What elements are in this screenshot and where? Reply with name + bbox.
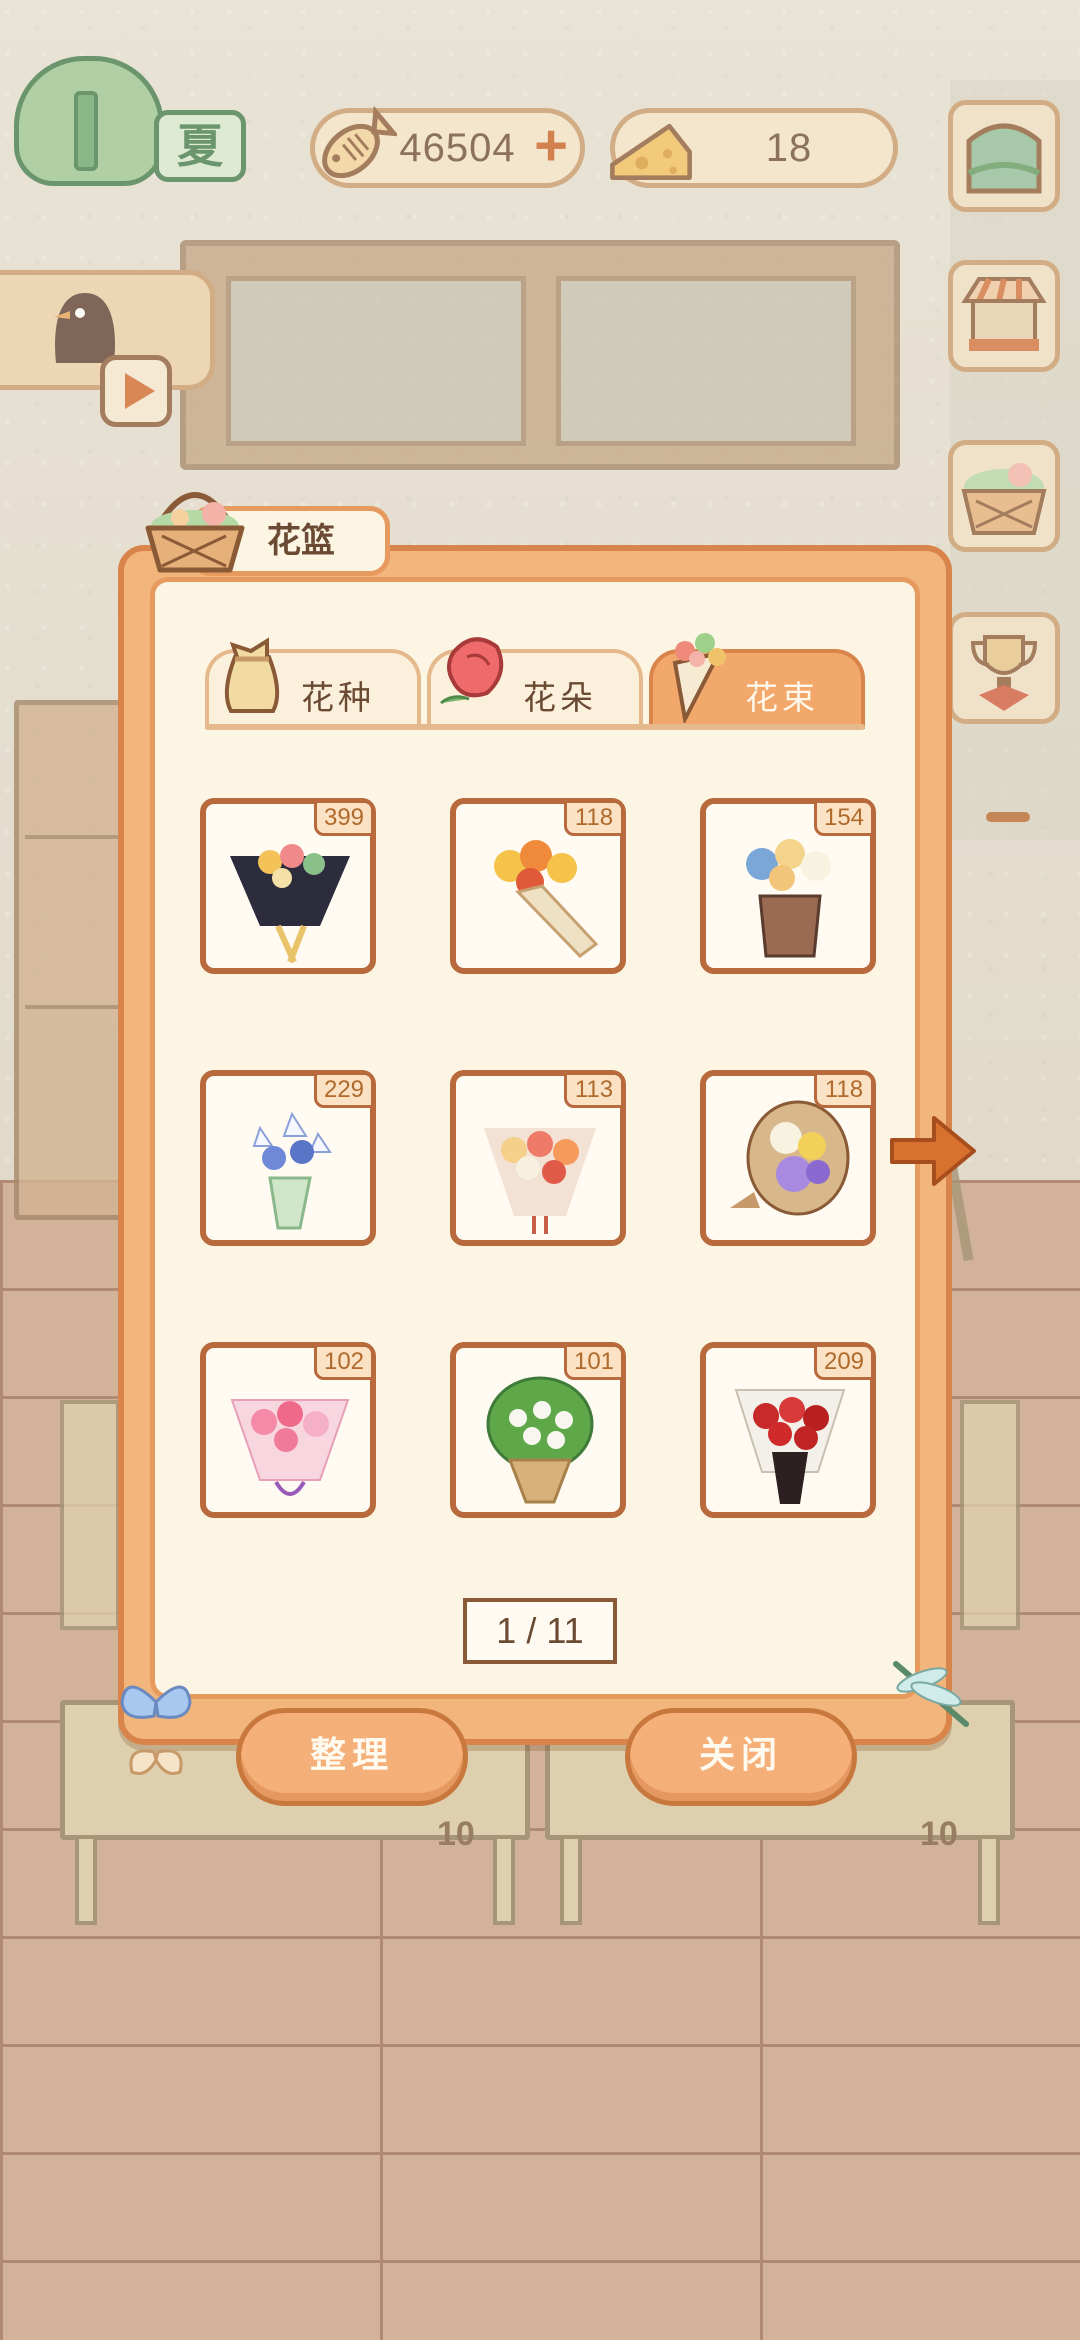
bouquet-slot[interactable]: 399	[200, 798, 376, 974]
bouquet-slot[interactable]: 154	[700, 798, 876, 974]
bouquet-slot[interactable]: 118	[450, 798, 626, 974]
dragonfly-icon	[893, 1661, 969, 1727]
panel-title-tag: 花篮	[140, 470, 390, 580]
tab-underline	[205, 724, 865, 730]
yellow-orange-bouquet-icon	[494, 840, 599, 958]
bouquet-icon	[672, 633, 726, 723]
bouquet-grid: 399 118 154 229 113 118 102 101 209	[200, 798, 880, 1518]
item-count: 101	[564, 1344, 624, 1380]
item-count: 229	[314, 1072, 374, 1108]
rose-icon	[440, 637, 504, 705]
bouquet-slot[interactable]: 101	[450, 1342, 626, 1518]
item-count: 118	[814, 1072, 874, 1108]
red-rose-bouquet-icon	[734, 1389, 846, 1504]
tab-seeds[interactable]: 花种	[205, 637, 421, 729]
close-button[interactable]: 关闭	[625, 1708, 857, 1806]
tab-seeds-label: 花种	[301, 678, 375, 717]
page-indicator: 1 / 11	[463, 1598, 617, 1664]
tab-bouquets-label: 花束	[745, 678, 819, 717]
bouquet-slot[interactable]: 209	[700, 1342, 876, 1518]
tab-flowers[interactable]: 花朵	[427, 637, 643, 729]
item-count: 102	[314, 1344, 374, 1380]
coral-rose-bouquet-icon	[484, 1128, 596, 1234]
bouquet-slot[interactable]: 118	[700, 1070, 876, 1246]
green-chrysanthemum-bouquet-icon	[486, 1376, 594, 1504]
item-count: 113	[564, 1072, 624, 1108]
pink-bouquet-icon	[230, 1399, 350, 1496]
seed-bag-icon	[224, 637, 280, 713]
item-count: 399	[314, 800, 374, 836]
butterfly-icon	[120, 1685, 192, 1775]
item-count: 118	[564, 800, 624, 836]
next-page-arrow[interactable]	[884, 1106, 980, 1196]
sort-button[interactable]: 整理	[236, 1708, 468, 1806]
bouquet-slot[interactable]: 229	[200, 1070, 376, 1246]
item-count: 154	[814, 800, 874, 836]
purple-basket-bouquet-icon	[730, 1100, 850, 1216]
dark-wrapped-bouquet-icon	[230, 844, 350, 964]
category-tabs: 花种 花朵 花束	[205, 625, 865, 730]
basket-icon	[145, 492, 245, 573]
tab-flowers-label: 花朵	[523, 678, 597, 717]
bouquet-slot[interactable]: 102	[200, 1342, 376, 1518]
item-count: 209	[814, 1344, 874, 1380]
tab-bouquets[interactable]: 花束	[649, 633, 865, 729]
blue-lily-bouquet-icon	[252, 1111, 332, 1230]
blue-hydrangea-pot-icon	[746, 839, 831, 958]
bouquet-slot[interactable]: 113	[450, 1070, 626, 1246]
